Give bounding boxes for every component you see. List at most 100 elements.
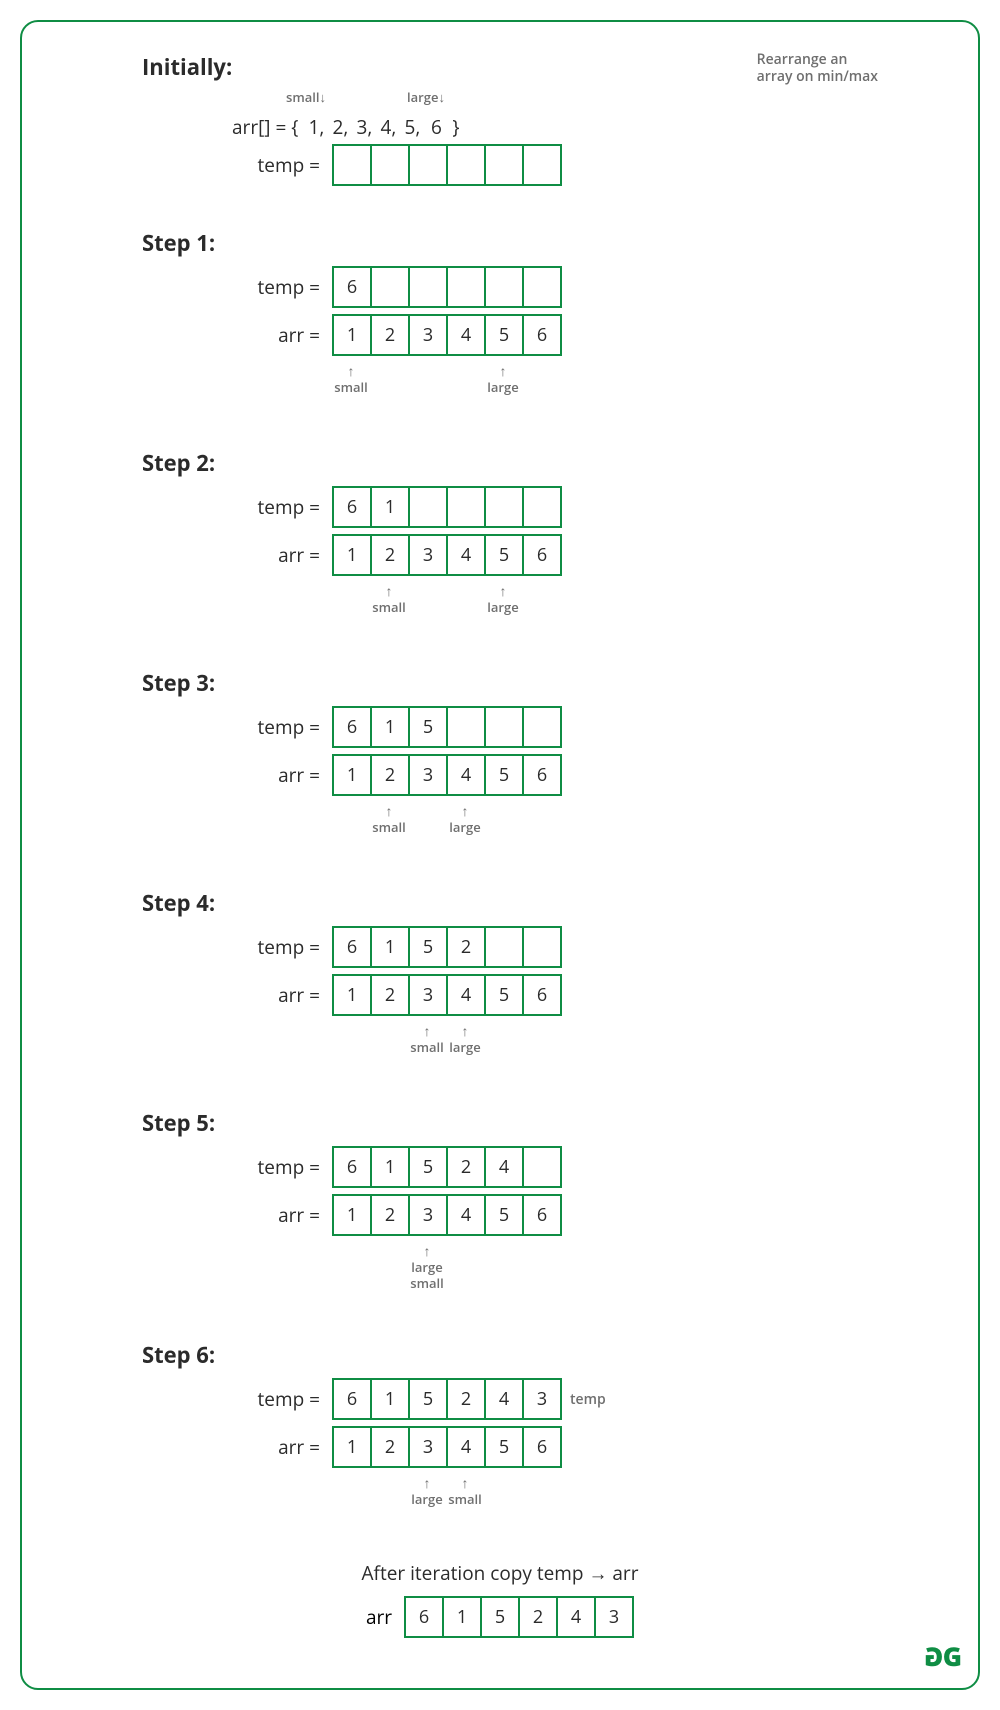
array-cell: 4 <box>446 536 484 574</box>
temp-row: temp =6152 <box>52 926 948 968</box>
array-cell: 2 <box>370 1428 408 1466</box>
array-cell: 6 <box>522 316 560 354</box>
array-cell: 5 <box>408 708 446 746</box>
array-cell: 5 <box>408 1148 446 1186</box>
array-value: 6 <box>424 116 448 138</box>
initial-arr-values: 1,2,3,4,5,6 <box>304 116 448 138</box>
temp-row: temp =6 <box>52 266 948 308</box>
array-cell: 2 <box>370 756 408 794</box>
temp-row: temp =61 <box>52 486 948 528</box>
final-note-suffix: arr <box>612 1560 638 1586</box>
array-cell <box>408 488 446 526</box>
array-cell: 5 <box>408 928 446 966</box>
arr-label: arr = <box>52 982 332 1008</box>
array-cell <box>408 268 446 306</box>
temp-boxes: 6 <box>332 266 562 308</box>
array-cell: 2 <box>370 976 408 1014</box>
temp-row: temp =61524 <box>52 1146 948 1188</box>
array-cell <box>332 146 370 184</box>
step-5: Step 5:temp =61524arr =123456largesmall <box>52 1108 948 1298</box>
step-3: Step 3:temp =615arr =123456smalllarge <box>52 668 948 846</box>
array-cell: 1 <box>332 1196 370 1234</box>
arr-label: arr = <box>52 762 332 788</box>
temp-boxes: 615243 <box>332 1378 562 1420</box>
array-cell <box>484 146 522 184</box>
array-cell <box>522 928 560 966</box>
array-cell: 1 <box>332 536 370 574</box>
array-value: 5, <box>400 116 424 138</box>
array-cell: 4 <box>484 1148 522 1186</box>
pointer-large: large <box>437 1022 493 1056</box>
title-note: Rearrange an array on min/max <box>757 52 878 86</box>
array-cell: 3 <box>408 316 446 354</box>
arr-row: arr =123456 <box>52 1194 948 1236</box>
initial-temp-boxes <box>332 144 562 186</box>
arr-boxes: 123456 <box>332 754 562 796</box>
array-cell: 4 <box>446 1428 484 1466</box>
temp-row: temp =615243temp <box>52 1378 948 1420</box>
arr-boxes: 123456 <box>332 1194 562 1236</box>
step-heading: Step 5: <box>142 1108 948 1138</box>
final-arr-row: arr 615243 <box>52 1596 948 1638</box>
temp-boxes: 61524 <box>332 1146 562 1188</box>
pointer-small: small <box>361 582 417 616</box>
arr-boxes: 123456 <box>332 974 562 1016</box>
arr-row: arr =123456 <box>52 754 948 796</box>
array-cell: 3 <box>408 1196 446 1234</box>
step-4: Step 4:temp =6152arr =123456smalllarge <box>52 888 948 1066</box>
array-cell: 5 <box>484 976 522 1014</box>
arr-row: arr =123456 <box>52 314 948 356</box>
title-note-line2: array on min/max <box>757 67 878 86</box>
array-cell: 4 <box>484 1380 522 1418</box>
pointer-small: small <box>323 362 379 396</box>
array-cell: 6 <box>332 708 370 746</box>
array-cell: 6 <box>522 1196 560 1234</box>
pointer-stacked: largesmall <box>399 1242 455 1291</box>
array-cell: 6 <box>522 976 560 1014</box>
array-cell: 2 <box>370 316 408 354</box>
array-cell: 2 <box>518 1598 556 1636</box>
pointer-track: smalllarge <box>332 1022 560 1066</box>
array-cell: 2 <box>446 1148 484 1186</box>
pointer-large: large <box>437 802 493 836</box>
array-cell: 6 <box>332 928 370 966</box>
array-cell: 1 <box>370 928 408 966</box>
array-cell <box>522 708 560 746</box>
array-cell: 4 <box>446 756 484 794</box>
temp-boxes: 615 <box>332 706 562 748</box>
array-cell: 4 <box>446 316 484 354</box>
pointer-track: smalllarge <box>332 362 560 406</box>
final-arr-boxes: 615243 <box>404 1596 634 1638</box>
array-cell: 6 <box>404 1598 442 1636</box>
array-cell: 1 <box>370 1380 408 1418</box>
arr-row: arr =123456 <box>52 534 948 576</box>
final-note-prefix: After iteration copy temp <box>362 1560 589 1586</box>
array-cell: 6 <box>522 756 560 794</box>
arr-label: arr = <box>52 1434 332 1460</box>
temp-label: temp = <box>52 714 332 740</box>
array-cell: 4 <box>446 976 484 1014</box>
temp-after-label: temp <box>570 1390 606 1409</box>
array-cell: 4 <box>556 1598 594 1636</box>
array-cell: 3 <box>408 976 446 1014</box>
temp-row: temp =615 <box>52 706 948 748</box>
array-cell <box>484 708 522 746</box>
step-heading: Step 4: <box>142 888 948 918</box>
arr-suffix: } <box>448 116 459 138</box>
temp-label: temp = <box>52 494 332 520</box>
initial-inline-arr: arr[] = { 1,2,3,4,5,6 } smalllarge <box>232 90 948 138</box>
array-cell: 2 <box>370 1196 408 1234</box>
array-cell: 5 <box>484 756 522 794</box>
arr-row: arr =123456 <box>52 974 948 1016</box>
arr-boxes: 123456 <box>332 1426 562 1468</box>
step-heading: Step 2: <box>142 448 948 478</box>
array-cell: 6 <box>332 1148 370 1186</box>
array-cell: 6 <box>332 488 370 526</box>
arr-label: arr = <box>52 322 332 348</box>
pointer-track: largesmall <box>332 1242 560 1298</box>
step-heading: Step 6: <box>142 1340 948 1370</box>
arr-prefix: arr[] = { <box>232 116 304 138</box>
arr-label: arr = <box>52 1202 332 1228</box>
array-cell <box>484 488 522 526</box>
array-cell: 1 <box>370 488 408 526</box>
